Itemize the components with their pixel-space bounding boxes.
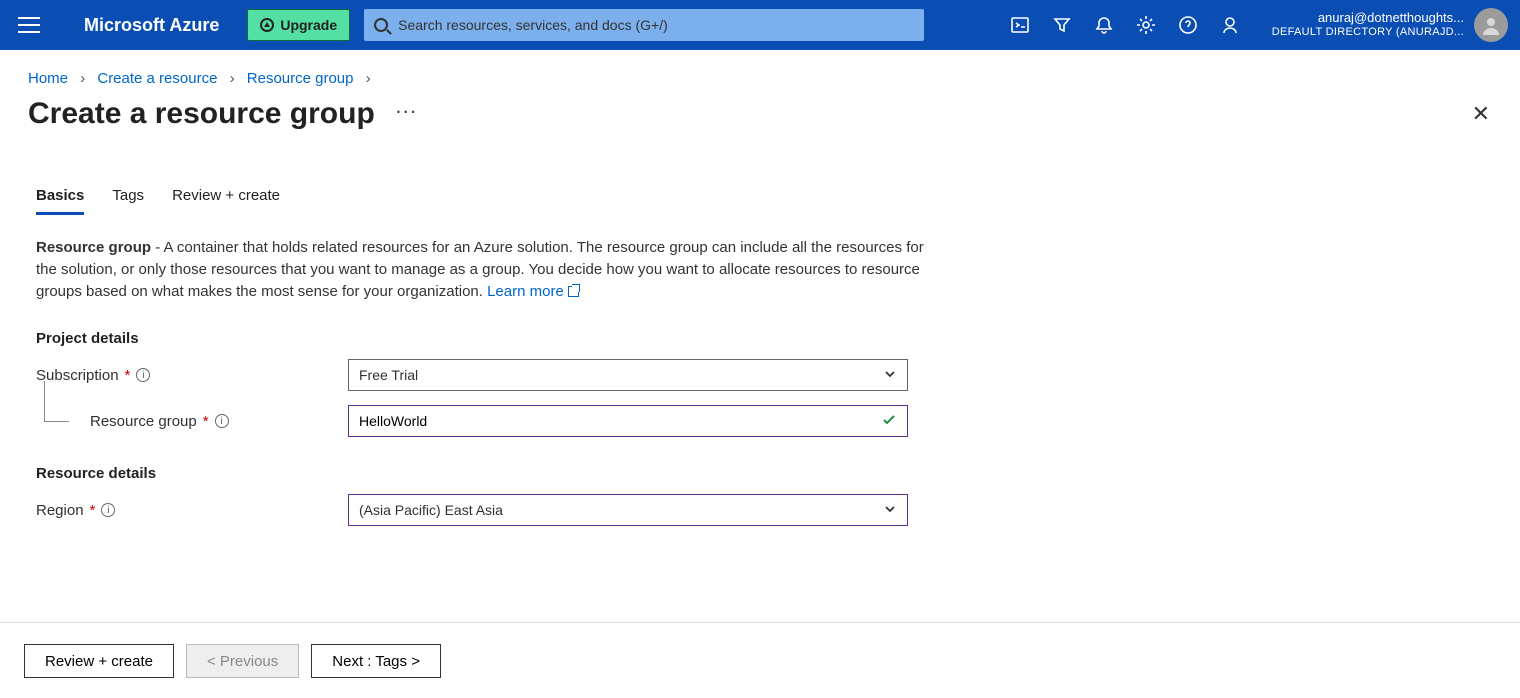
breadcrumb-create-resource[interactable]: Create a resource	[97, 70, 217, 87]
row-subscription: Subscription * i Free Trial	[36, 359, 924, 391]
help-icon[interactable]	[1178, 15, 1198, 35]
settings-icon[interactable]	[1136, 15, 1156, 35]
next-tags-button[interactable]: Next : Tags >	[311, 644, 441, 678]
cloud-shell-icon[interactable]	[1010, 15, 1030, 35]
form-body: Resource group - A container that holds …	[0, 215, 960, 526]
global-header: Microsoft Azure Upgrade Search resources…	[0, 0, 1520, 50]
section-project-details: Project details	[36, 330, 924, 347]
close-blade-button[interactable]: ✕	[1472, 101, 1490, 127]
form-tabs: Basics Tags Review + create	[0, 131, 1520, 215]
resource-group-input[interactable]	[348, 405, 908, 437]
wizard-footer: Review + create < Previous Next : Tags >	[24, 644, 441, 678]
resource-group-field[interactable]	[359, 413, 881, 429]
hamburger-menu-icon[interactable]	[18, 17, 40, 33]
row-resource-group: Resource group * i	[36, 405, 924, 437]
label-region: Region * i	[36, 502, 348, 519]
header-utility-icons	[1010, 15, 1240, 35]
label-region-text: Region	[36, 502, 84, 519]
label-resource-group: Resource group * i	[36, 413, 348, 430]
tab-basics[interactable]: Basics	[36, 187, 84, 215]
breadcrumb: Home › Create a resource › Resource grou…	[0, 50, 1520, 91]
page-titlebar: Create a resource group ··· ✕	[0, 91, 1520, 131]
previous-button: < Previous	[186, 644, 299, 678]
row-region: Region * i (Asia Pacific) East Asia	[36, 494, 924, 526]
region-dropdown[interactable]: (Asia Pacific) East Asia	[348, 494, 908, 526]
upgrade-label: Upgrade	[280, 17, 337, 33]
required-asterisk: *	[203, 413, 209, 430]
chevron-down-icon	[883, 367, 897, 384]
info-icon[interactable]: i	[136, 368, 150, 382]
feedback-icon[interactable]	[1220, 15, 1240, 35]
account-text: anuraj@dotnetthoughts... DEFAULT DIRECTO…	[1272, 11, 1464, 39]
external-link-icon	[568, 286, 579, 297]
breadcrumb-resource-group[interactable]: Resource group	[247, 70, 354, 87]
search-icon	[374, 18, 388, 32]
subscription-value: Free Trial	[359, 367, 418, 383]
directory-filter-icon[interactable]	[1052, 15, 1072, 35]
label-resource-group-text: Resource group	[90, 413, 197, 430]
chevron-right-icon: ›	[366, 70, 371, 87]
review-create-button[interactable]: Review + create	[24, 644, 174, 678]
label-subscription: Subscription * i	[36, 367, 348, 384]
required-asterisk: *	[125, 367, 131, 384]
page-title: Create a resource group	[28, 97, 375, 131]
upgrade-arrow-icon	[260, 18, 274, 32]
breadcrumb-home[interactable]: Home	[28, 70, 68, 87]
chevron-right-icon: ›	[230, 70, 235, 87]
info-icon[interactable]: i	[101, 503, 115, 517]
more-options-icon[interactable]: ···	[395, 100, 417, 128]
required-asterisk: *	[90, 502, 96, 519]
account-directory: DEFAULT DIRECTORY (ANURAJD...	[1272, 26, 1464, 39]
global-search-input[interactable]: Search resources, services, and docs (G+…	[364, 9, 924, 41]
learn-more-link[interactable]: Learn more	[487, 283, 564, 300]
chevron-right-icon: ›	[80, 70, 85, 87]
description-bold: Resource group	[36, 239, 151, 256]
info-icon[interactable]: i	[215, 414, 229, 428]
tab-tags[interactable]: Tags	[112, 187, 144, 215]
tab-review-create[interactable]: Review + create	[172, 187, 280, 215]
search-placeholder: Search resources, services, and docs (G+…	[398, 17, 668, 33]
section-resource-details: Resource details	[36, 465, 924, 482]
account-menu[interactable]: anuraj@dotnetthoughts... DEFAULT DIRECTO…	[1272, 8, 1508, 42]
avatar-icon	[1474, 8, 1508, 42]
description-text: - A container that holds related resourc…	[36, 239, 924, 300]
region-value: (Asia Pacific) East Asia	[359, 502, 503, 518]
resource-group-description: Resource group - A container that holds …	[36, 237, 924, 302]
chevron-down-icon	[883, 502, 897, 519]
brand-logo[interactable]: Microsoft Azure	[84, 15, 219, 36]
account-email: anuraj@dotnetthoughts...	[1272, 11, 1464, 26]
upgrade-button[interactable]: Upgrade	[247, 9, 350, 41]
notifications-icon[interactable]	[1094, 15, 1114, 35]
footer-divider	[0, 622, 1520, 623]
validation-check-icon	[881, 412, 897, 431]
subscription-dropdown[interactable]: Free Trial	[348, 359, 908, 391]
